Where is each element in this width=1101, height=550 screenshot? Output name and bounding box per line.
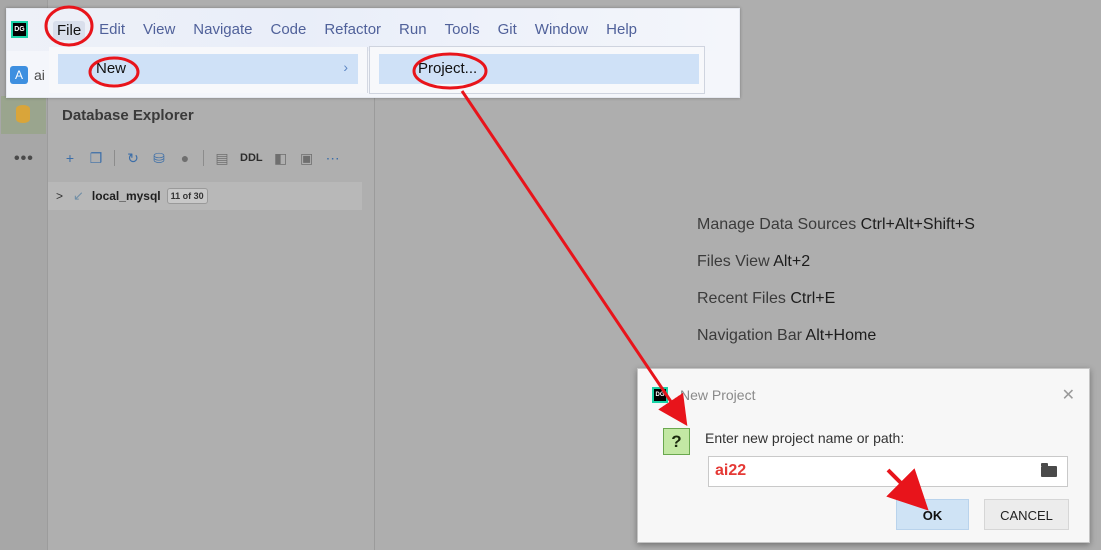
question-icon: ? <box>663 428 690 455</box>
dialog-prompt: Enter new project name or path: <box>705 430 905 446</box>
datagrip-logo-icon: DG <box>11 21 28 38</box>
menu-tools[interactable]: Tools <box>445 21 480 40</box>
schema-icon[interactable]: ⛁ <box>151 150 167 166</box>
menu-item-new-label: New <box>96 60 127 77</box>
menu-view[interactable]: View <box>143 21 175 40</box>
menu-code[interactable]: Code <box>270 21 306 40</box>
stop-icon[interactable]: ● <box>177 150 193 166</box>
menu-items: File Edit View Navigate Code Refactor Ru… <box>53 21 655 40</box>
datagrip-logo-icon: DG <box>652 387 668 403</box>
hint-files-view: Files View Alt+2 <box>697 253 811 270</box>
diagram-icon[interactable]: ◧ <box>273 150 289 166</box>
menu-item-new[interactable]: New › <box>58 54 358 84</box>
project-badge[interactable]: A <box>10 66 28 84</box>
panel-title: Database Explorer <box>62 107 194 124</box>
hint-recent-files: Recent Files Ctrl+E <box>697 290 836 307</box>
hint-navigation-bar: Navigation Bar Alt+Home <box>697 327 877 344</box>
toolbar-separator <box>114 150 115 166</box>
menu-help[interactable]: Help <box>606 21 637 40</box>
editor-hints: Manage Data Sources Ctrl+Alt+Shift+S Fil… <box>697 216 975 364</box>
new-project-dialog: DG New Project ✕ ? Enter new project nam… <box>637 368 1090 543</box>
console-icon[interactable]: ▣ <box>299 150 315 166</box>
mysql-connection-icon: ↙ <box>73 188 84 203</box>
more-icon[interactable]: ⋯ <box>325 150 341 166</box>
project-name-input[interactable]: ai22 <box>708 456 1068 487</box>
menu-item-project[interactable]: Project... <box>379 54 699 84</box>
menu-run[interactable]: Run <box>399 21 427 40</box>
tree-item-label: local_mysql <box>91 189 161 203</box>
close-icon[interactable]: ✕ <box>1062 385 1075 405</box>
dialog-title: New Project <box>680 387 756 403</box>
schema-count-badge: 11 of 30 <box>166 188 208 204</box>
menu-navigate[interactable]: Navigate <box>193 21 252 40</box>
table-edit-icon[interactable]: ▤ <box>214 150 230 166</box>
project-name-value: ai22 <box>715 462 747 479</box>
ddl-button[interactable]: DDL <box>240 152 263 164</box>
database-tool-button[interactable] <box>1 96 46 134</box>
explorer-toolbar: + ❐ ↻ ⛁ ● ▤ DDL ◧ ▣ ⋯ <box>62 150 341 166</box>
file-dropdown-menu: New › <box>49 47 368 93</box>
database-explorer-panel: Database Explorer + ❐ ↻ ⛁ ● ▤ DDL ◧ ▣ ⋯ … <box>48 90 375 550</box>
project-name[interactable]: ai <box>34 67 45 83</box>
database-icon <box>16 105 30 123</box>
submenu-arrow-icon: › <box>343 59 348 75</box>
menu-edit[interactable]: Edit <box>99 21 125 40</box>
refresh-icon[interactable]: ↻ <box>125 150 141 166</box>
more-tools-icon[interactable]: ••• <box>14 150 34 168</box>
chevron-right-icon[interactable]: > <box>56 189 63 203</box>
add-icon[interactable]: + <box>62 150 78 166</box>
menu-git[interactable]: Git <box>498 21 517 40</box>
copy-icon[interactable]: ❐ <box>88 150 104 166</box>
menu-window[interactable]: Window <box>535 21 588 40</box>
menu-refactor[interactable]: Refactor <box>324 21 381 40</box>
tree-row-local-mysql[interactable]: > ↙ local_mysql 11 of 30 <box>48 182 362 210</box>
hint-manage-data-sources: Manage Data Sources Ctrl+Alt+Shift+S <box>697 216 975 233</box>
menu-item-project-label: Project... <box>418 60 478 77</box>
menu-file[interactable]: File <box>53 21 86 40</box>
ok-button[interactable]: OK <box>896 499 969 530</box>
folder-icon[interactable] <box>1041 463 1057 477</box>
toolbar-separator <box>203 150 204 166</box>
cancel-button[interactable]: CANCEL <box>984 499 1069 530</box>
new-submenu: Project... <box>369 46 705 94</box>
